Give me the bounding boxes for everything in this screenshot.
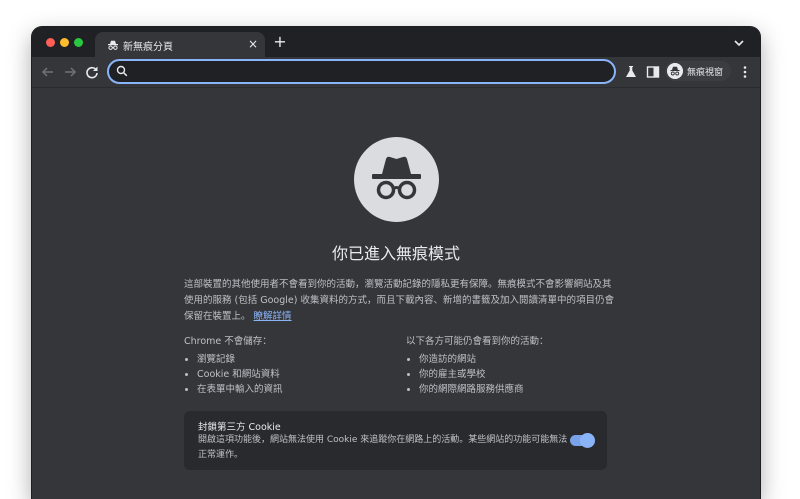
incognito-hat-glasses-icon bbox=[372, 156, 421, 200]
minimize-window-button[interactable] bbox=[60, 38, 69, 47]
learn-more-link[interactable]: 瞭解詳情 bbox=[254, 311, 292, 322]
reload-icon[interactable] bbox=[84, 64, 100, 80]
new-tab-button[interactable]: + bbox=[272, 34, 288, 50]
list-item: 你的網際網路服務供應商 bbox=[419, 382, 626, 397]
title-bar: 新無痕分頁 × + bbox=[32, 27, 760, 57]
tab-title: 新無痕分頁 bbox=[123, 42, 173, 53]
toolbar: 無痕視窗 bbox=[32, 57, 760, 88]
labs-flask-icon[interactable] bbox=[623, 64, 639, 80]
list-item: Cookie 和網站資料 bbox=[197, 367, 404, 382]
not-saved-heading: Chrome 不會儲存： bbox=[184, 336, 272, 347]
incognito-profile-button[interactable]: 無痕視窗 bbox=[665, 61, 731, 81]
address-input[interactable] bbox=[133, 63, 607, 82]
zoom-window-button[interactable] bbox=[74, 38, 83, 47]
chevron-down-icon[interactable] bbox=[732, 36, 746, 50]
page-title: 你已進入無痕模式 bbox=[331, 244, 460, 263]
side-panel-icon[interactable] bbox=[645, 64, 661, 80]
address-bar[interactable] bbox=[107, 59, 616, 84]
incognito-icon bbox=[108, 40, 118, 50]
incognito-page: 你已進入無痕模式 這部裝置的其他使用者不會看到你的活動，瀏覽活動記錄的隱私更有保… bbox=[32, 88, 760, 499]
cookie-card-description: 開啟這項功能後，網站無法使用 Cookie 來追蹤你在網路上的活動。某些網站的功… bbox=[198, 435, 568, 460]
third-party-cookie-card: 封鎖第三方 Cookie 開啟這項功能後，網站無法使用 Cookie 來追蹤你在… bbox=[184, 411, 607, 470]
search-icon bbox=[116, 65, 128, 77]
tab-incognito[interactable]: 新無痕分頁 × bbox=[95, 32, 265, 57]
list-item: 在表單中輸入的資訊 bbox=[197, 382, 404, 397]
more-menu-icon[interactable] bbox=[739, 64, 751, 80]
cookie-card-title: 封鎖第三方 Cookie bbox=[198, 422, 281, 433]
profile-label: 無痕視窗 bbox=[687, 68, 724, 78]
back-arrow-icon[interactable] bbox=[40, 64, 56, 80]
intro-paragraph: 這部裝置的其他使用者不會看到你的活動，瀏覽活動記錄的隱私更有保障。無痕模式不會影… bbox=[184, 277, 614, 325]
tab-close-button[interactable]: × bbox=[247, 37, 259, 51]
forward-arrow-icon[interactable] bbox=[62, 64, 78, 80]
intro-text: 這部裝置的其他使用者不會看到你的活動，瀏覽活動記錄的隱私更有保障。無痕模式不會影… bbox=[184, 279, 614, 322]
list-item: 瀏覽記錄 bbox=[197, 352, 404, 367]
block-cookies-toggle[interactable] bbox=[570, 433, 595, 448]
not-saved-section: Chrome 不會儲存： 瀏覽記錄 Cookie 和網站資料 在表單中輸入的資訊 bbox=[184, 334, 404, 397]
may-see-heading: 以下各方可能仍會看到你的活動： bbox=[406, 336, 549, 347]
list-item: 你的雇主或學校 bbox=[419, 367, 626, 382]
toggle-knob bbox=[580, 433, 595, 448]
close-window-button[interactable] bbox=[46, 38, 55, 47]
incognito-avatar-icon bbox=[667, 63, 683, 79]
list-item: 你造訪的網站 bbox=[419, 352, 626, 367]
may-see-section: 以下各方可能仍會看到你的活動： 你造訪的網站 你的雇主或學校 你的網際網路服務供… bbox=[406, 334, 626, 397]
browser-window: 新無痕分頁 × + 無痕視窗 你已進入無痕模式 這部裝置的其他使用者不會看到你的… bbox=[32, 27, 760, 499]
incognito-hero-icon bbox=[354, 137, 439, 222]
